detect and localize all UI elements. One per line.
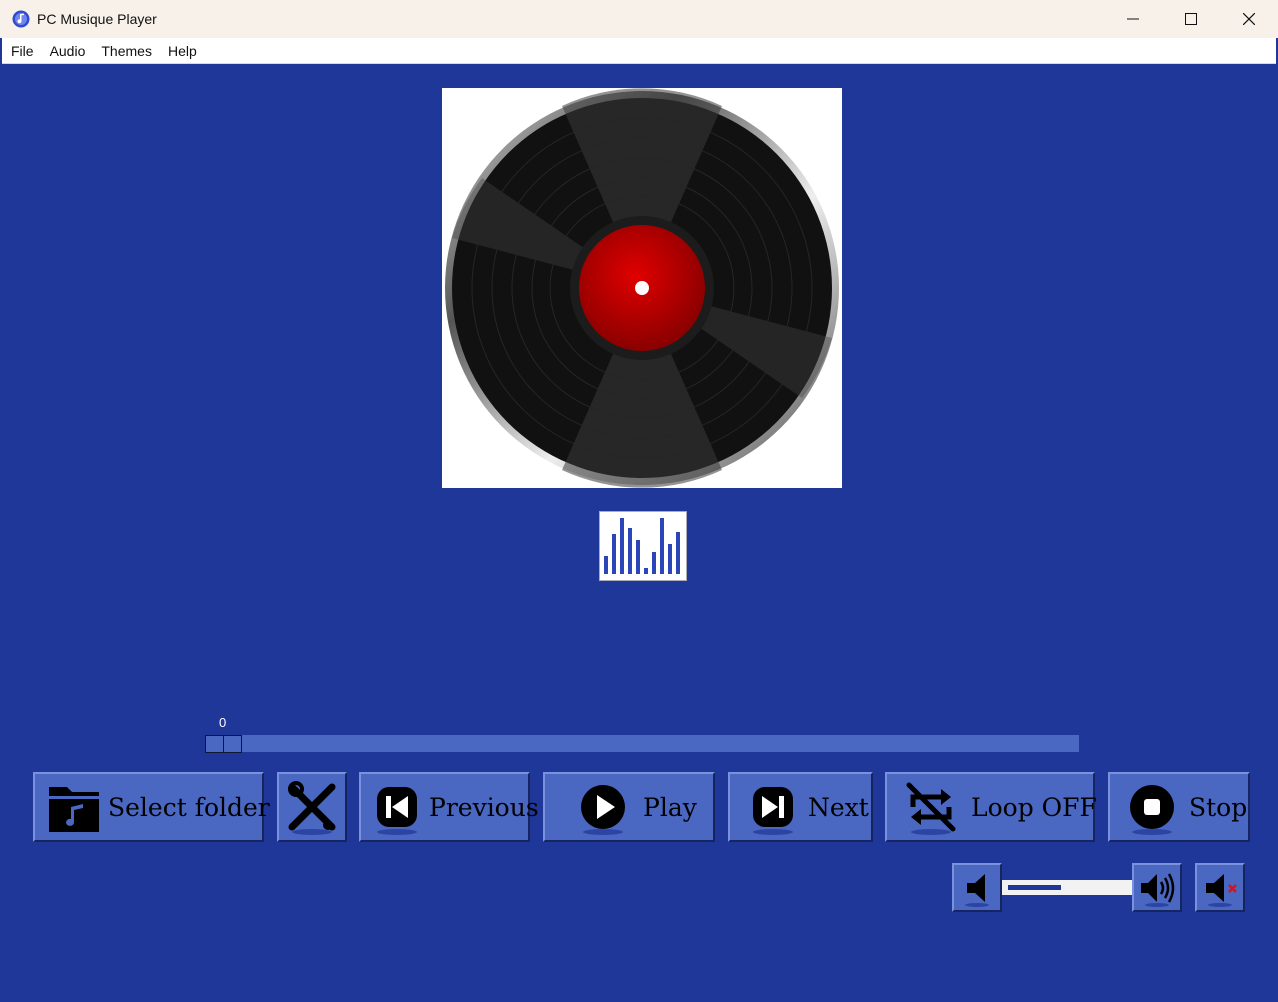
menu-themes[interactable]: Themes	[93, 43, 160, 59]
next-label: Next	[808, 792, 869, 822]
stop-button[interactable]: Stop	[1108, 772, 1250, 842]
music-note-icon	[12, 10, 30, 28]
maximize-button[interactable]	[1162, 0, 1220, 38]
close-icon	[1243, 13, 1255, 25]
speaker-mute-icon	[1206, 873, 1237, 907]
seek-bar[interactable]	[205, 735, 1079, 752]
speaker-low-icon	[965, 873, 989, 907]
title-bar: PC Musique Player	[0, 0, 1278, 38]
stop-icon	[1130, 785, 1174, 835]
window-title: PC Musique Player	[37, 11, 157, 27]
skip-next-icon	[753, 787, 793, 835]
volume-slider-fill	[1008, 885, 1061, 890]
minimize-icon	[1127, 18, 1139, 20]
previous-label: Previous	[429, 792, 539, 822]
menu-help[interactable]: Help	[160, 43, 205, 59]
maximize-icon	[1185, 13, 1197, 25]
minimize-button[interactable]	[1104, 0, 1162, 38]
next-button[interactable]: Next	[728, 772, 873, 842]
skip-previous-icon	[377, 787, 417, 835]
vinyl-record-image	[445, 88, 839, 488]
volume-down-button[interactable]	[952, 863, 1002, 912]
clear-playlist-button[interactable]	[277, 772, 347, 842]
mute-button[interactable]	[1195, 863, 1245, 912]
play-icon	[581, 785, 625, 835]
previous-button[interactable]: Previous	[359, 772, 539, 842]
cross-tools-icon	[288, 781, 336, 835]
stop-label: Stop	[1189, 792, 1248, 822]
seek-value: 0	[219, 715, 227, 730]
loop-label: Loop OFF	[971, 792, 1097, 822]
album-cover	[442, 88, 842, 488]
speaker-high-icon	[1141, 872, 1175, 907]
music-folder-icon	[49, 787, 99, 832]
seek-handle[interactable]	[205, 735, 242, 753]
equalizer-icon	[604, 518, 680, 574]
loop-button[interactable]: Loop OFF	[885, 772, 1097, 842]
menu-file[interactable]: File	[2, 43, 42, 59]
menu-bar: File Audio Themes Help	[2, 38, 1276, 64]
loop-off-icon	[906, 782, 956, 835]
volume-up-button[interactable]	[1132, 863, 1182, 912]
close-button[interactable]	[1220, 0, 1278, 38]
play-label: Play	[643, 792, 697, 822]
select-folder-button[interactable]: Select folder	[33, 772, 270, 842]
volume-slider[interactable]	[1002, 880, 1132, 895]
menu-audio[interactable]: Audio	[42, 43, 94, 59]
equalizer-button[interactable]	[599, 511, 687, 581]
select-folder-label: Select folder	[108, 792, 270, 822]
play-button[interactable]: Play	[543, 772, 715, 842]
